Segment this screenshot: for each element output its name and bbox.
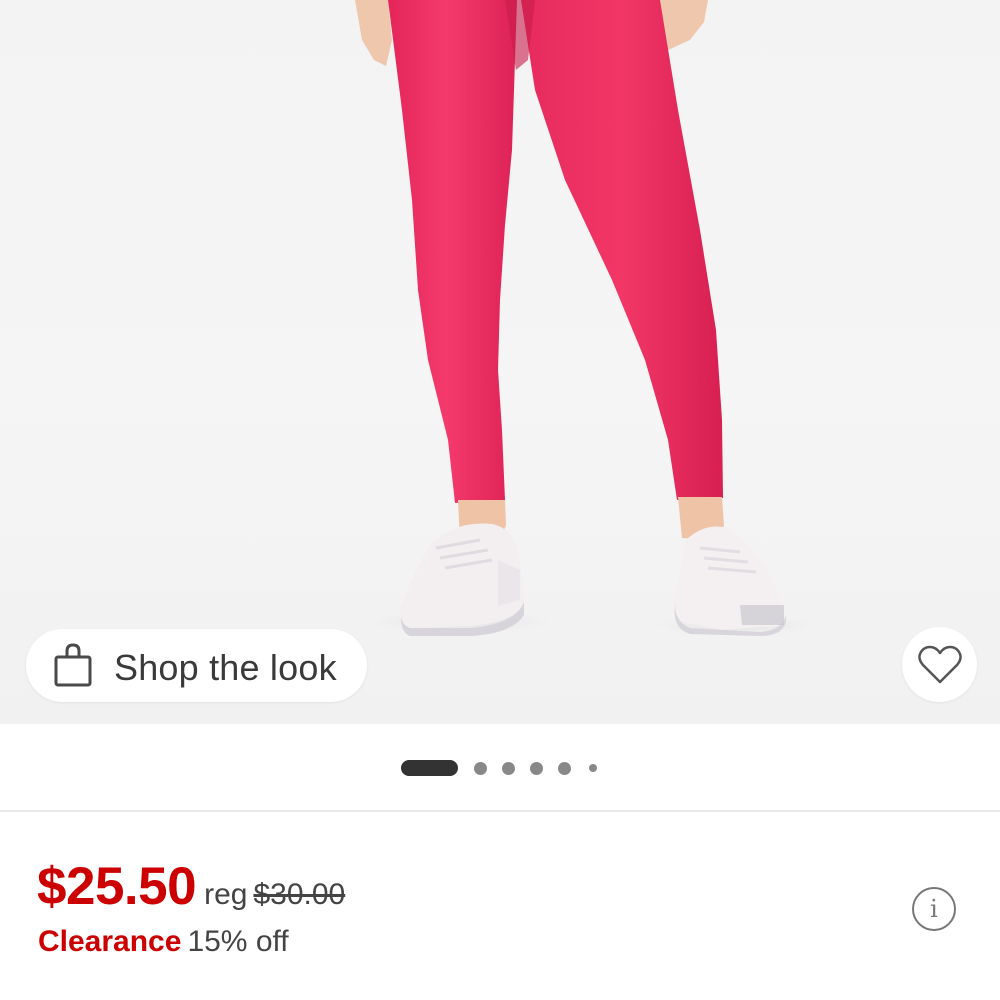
carousel-dot[interactable]: [558, 762, 571, 775]
shopping-bag-icon: [54, 643, 92, 687]
product-image-area[interactable]: Shop the look: [0, 0, 1000, 724]
sale-price: $25.50: [37, 857, 197, 916]
carousel-dot[interactable]: [530, 762, 543, 775]
carousel-dot[interactable]: [589, 764, 597, 772]
discount-text: 15% off: [187, 925, 289, 958]
regular-price: $30.00: [253, 878, 346, 911]
carousel-dot[interactable]: [474, 762, 487, 775]
shop-the-look-button[interactable]: Shop the look: [26, 629, 367, 702]
carousel-dot[interactable]: [502, 762, 515, 775]
price-row: $25.50 reg $30.00: [37, 856, 345, 916]
product-photo[interactable]: [0, 0, 1000, 724]
carousel-dot-active[interactable]: [401, 760, 458, 776]
price-info-button[interactable]: i: [912, 887, 956, 931]
carousel-indicator: [0, 760, 1000, 776]
regular-price-label: reg: [204, 878, 248, 911]
heart-outline-icon: [917, 645, 962, 683]
info-icon: i: [930, 895, 938, 923]
promo-row: Clearance 15% off: [38, 925, 289, 959]
shop-the-look-label: Shop the look: [114, 647, 337, 688]
favorite-button[interactable]: [902, 627, 977, 702]
clearance-tag: Clearance: [38, 925, 182, 958]
section-divider: [0, 810, 1000, 812]
